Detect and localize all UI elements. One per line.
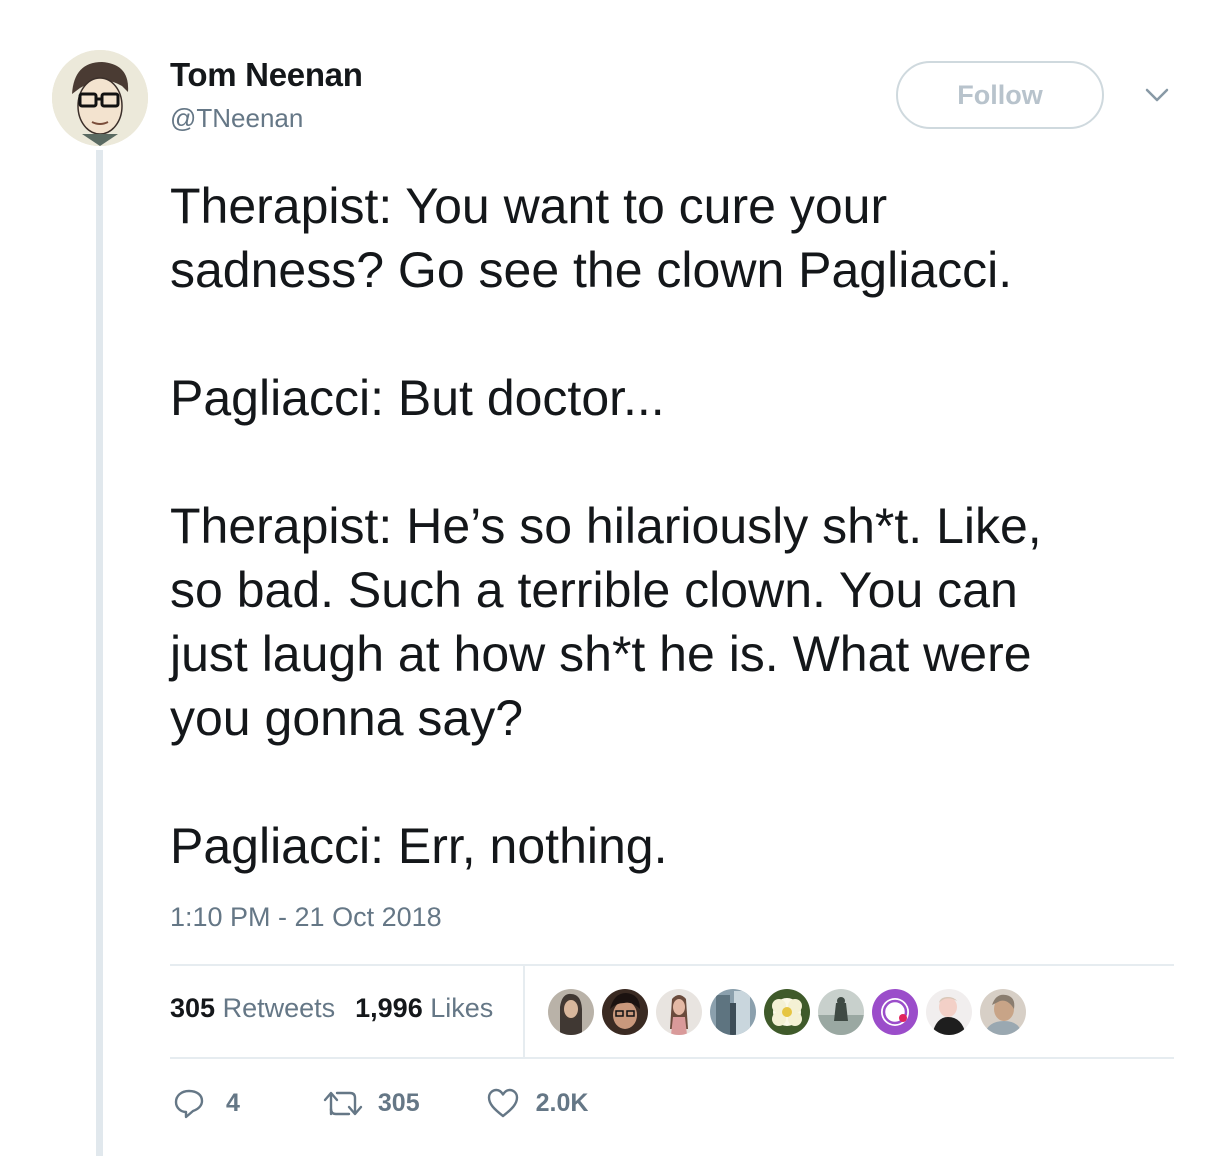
- likers-avatars: [548, 989, 1026, 1035]
- retweet-action[interactable]: 305: [322, 1088, 420, 1118]
- tweet-line: you gonna say?: [170, 690, 524, 746]
- retweets-label: Retweets: [222, 993, 336, 1023]
- liker-avatar[interactable]: [710, 989, 756, 1035]
- liker-avatar[interactable]: [926, 989, 972, 1035]
- reply-action[interactable]: 4: [172, 1086, 240, 1120]
- divider: [170, 964, 1174, 966]
- likes-stat[interactable]: 1,996 Likes: [355, 993, 493, 1024]
- chevron-down-icon[interactable]: [1144, 86, 1170, 104]
- author-handle[interactable]: @TNeenan: [170, 103, 303, 134]
- tweet-line: Pagliacci: Err, nothing.: [170, 818, 668, 874]
- tweet-line: Therapist: You want to cure your: [170, 178, 888, 234]
- liker-avatar[interactable]: [872, 989, 918, 1035]
- follow-button[interactable]: Follow: [896, 61, 1104, 129]
- tweet-line: so bad. Such a terrible clown. You can: [170, 562, 1018, 618]
- thread-line: [96, 150, 103, 1156]
- tweet-timestamp[interactable]: 1:10 PM - 21 Oct 2018: [170, 902, 442, 933]
- tweet-line: sadness? Go see the clown Pagliacci.: [170, 242, 1013, 298]
- retweets-stat[interactable]: 305 Retweets: [170, 993, 335, 1024]
- tweet-line: Pagliacci: But doctor...: [170, 370, 665, 426]
- liker-avatar[interactable]: [764, 989, 810, 1035]
- likes-label: Likes: [430, 993, 494, 1023]
- like-count: 2.0K: [535, 1088, 589, 1117]
- like-action[interactable]: 2.0K: [486, 1087, 589, 1119]
- likes-count: 1,996: [355, 993, 423, 1023]
- tweet-line: Therapist: He’s so hilariously sh*t. Lik…: [170, 498, 1042, 554]
- tweet-text: Therapist: You want to cure your sadness…: [170, 174, 1190, 878]
- heart-icon: [487, 1088, 518, 1118]
- tweet-line: just laugh at how sh*t he is. What were: [170, 626, 1032, 682]
- liker-avatar[interactable]: [980, 989, 1026, 1035]
- reply-count: 4: [226, 1088, 240, 1117]
- liker-avatar[interactable]: [602, 989, 648, 1035]
- cartoon-avatar-icon: [52, 50, 148, 146]
- tweet-actions: 4 305 2.0K: [172, 1086, 588, 1120]
- reply-icon: [174, 1089, 204, 1119]
- liker-avatar[interactable]: [656, 989, 702, 1035]
- author-name[interactable]: Tom Neenan: [170, 56, 363, 94]
- retweet-count: 305: [377, 1088, 420, 1117]
- retweets-count: 305: [170, 993, 216, 1023]
- liker-avatar[interactable]: [818, 989, 864, 1035]
- author-avatar[interactable]: [52, 50, 148, 146]
- divider: [170, 1057, 1174, 1059]
- stats-divider: [523, 966, 525, 1057]
- tweet-stats: 305 Retweets 1,996 Likes: [170, 993, 493, 1024]
- liker-avatar[interactable]: [548, 989, 594, 1035]
- retweet-icon: [323, 1091, 363, 1116]
